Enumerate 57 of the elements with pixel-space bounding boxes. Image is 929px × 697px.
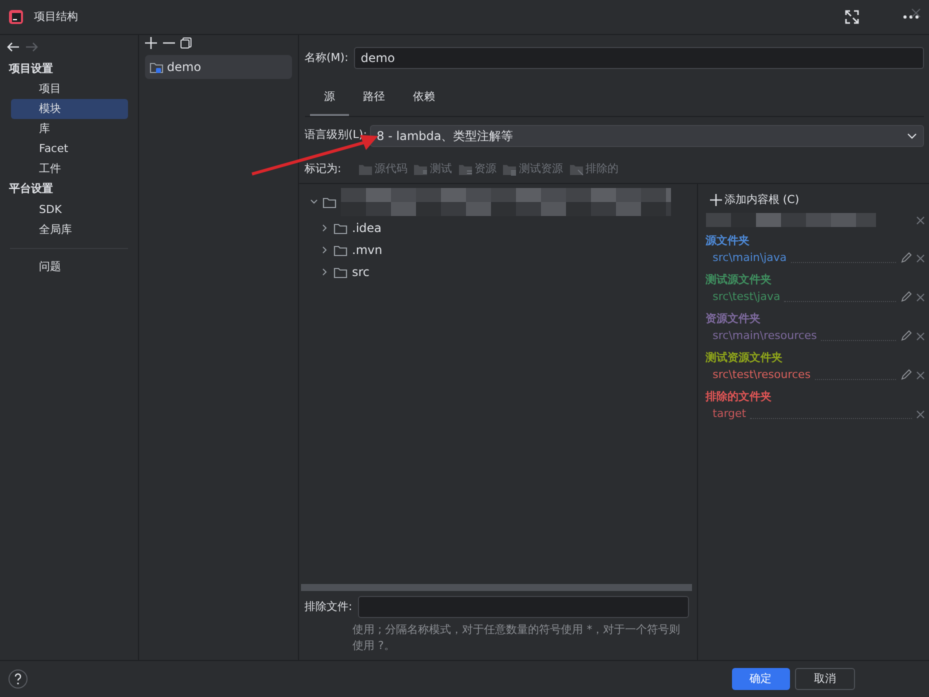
exclude-files-field[interactable] — [358, 596, 690, 618]
folder-path: src\test\resources — [712, 366, 811, 383]
add-content-root-button[interactable]: 添加内容根 (C) — [706, 190, 929, 210]
tree-item[interactable]: .mvn — [352, 240, 382, 259]
edit-icon[interactable] — [900, 291, 912, 303]
chevron-right-icon[interactable] — [321, 268, 329, 276]
language-level-dropdown[interactable]: 8 - lambda、类型注解等 — [370, 124, 924, 146]
edit-icon[interactable] — [900, 369, 912, 381]
add-icon[interactable] — [145, 37, 157, 49]
folder-group-title: 排除的文件夹 — [706, 389, 773, 406]
field-label: 名称(M): — [304, 50, 348, 66]
field-label: 标记为: — [304, 160, 342, 176]
add-icon — [710, 194, 722, 206]
folder-path: src\main\java — [712, 250, 787, 266]
tree-item[interactable]: src — [352, 262, 370, 281]
close-icon[interactable] — [911, 8, 921, 18]
folder-group-title: 测试源文件夹 — [706, 272, 773, 288]
edit-icon[interactable] — [900, 330, 912, 342]
tab[interactable]: 依赖 — [399, 83, 449, 116]
field-label: 排除文件: — [304, 598, 352, 615]
folder-group-title: 源文件夹 — [706, 233, 751, 250]
folder-path: target — [712, 406, 746, 422]
app-logo-icon — [8, 9, 24, 25]
window-title: 项目结构 — [34, 8, 78, 25]
copy-icon[interactable] — [180, 37, 192, 49]
module-item[interactable]: demo — [145, 54, 292, 78]
hint-text: 使用 ; 分隔名称模式，对于任意数量的符号使用 *，对于一个符号则使用 ?。 — [352, 622, 682, 654]
sidebar-group-title: 项目设置 — [8, 60, 54, 76]
folder-path: src\main\resources — [712, 328, 817, 344]
tab[interactable]: 源 — [310, 83, 349, 116]
chevron-down-icon[interactable] — [310, 198, 318, 206]
chevron-right-icon[interactable] — [321, 246, 329, 254]
name-field[interactable]: demo — [354, 47, 924, 69]
chevron-right-icon[interactable] — [321, 224, 329, 232]
tree-item[interactable]: .idea — [352, 218, 382, 237]
sidebar-item[interactable]: 全局库 — [11, 220, 128, 240]
folder-group-title: 资源文件夹 — [706, 311, 762, 328]
help-icon[interactable] — [8, 669, 28, 689]
sidebar-item[interactable]: Facet — [11, 139, 128, 159]
back-icon[interactable] — [6, 41, 20, 53]
sidebar-group-title: 平台设置 — [8, 181, 54, 197]
sidebar-item[interactable]: 问题 — [11, 256, 128, 276]
sidebar-item[interactable]: SDK — [11, 200, 128, 220]
horizontal-scrollbar[interactable] — [301, 584, 692, 590]
sidebar-item[interactable]: 工件 — [11, 159, 128, 179]
chevron-down-icon — [906, 132, 916, 138]
tab[interactable]: 路径 — [349, 83, 399, 116]
sidebar-item[interactable]: 模块 — [11, 99, 128, 119]
expand-icon[interactable] — [843, 8, 861, 26]
folder-path: src\test\java — [712, 288, 780, 305]
edit-icon[interactable] — [900, 252, 912, 264]
folder-group-title: 测试资源文件夹 — [706, 350, 784, 366]
module-name: demo — [167, 58, 202, 76]
ok-button[interactable]: 确定 — [732, 668, 790, 690]
sidebar-item[interactable]: 项目 — [11, 79, 128, 99]
sidebar-item[interactable]: 库 — [11, 119, 128, 139]
cancel-button[interactable]: 取消 — [795, 668, 855, 690]
